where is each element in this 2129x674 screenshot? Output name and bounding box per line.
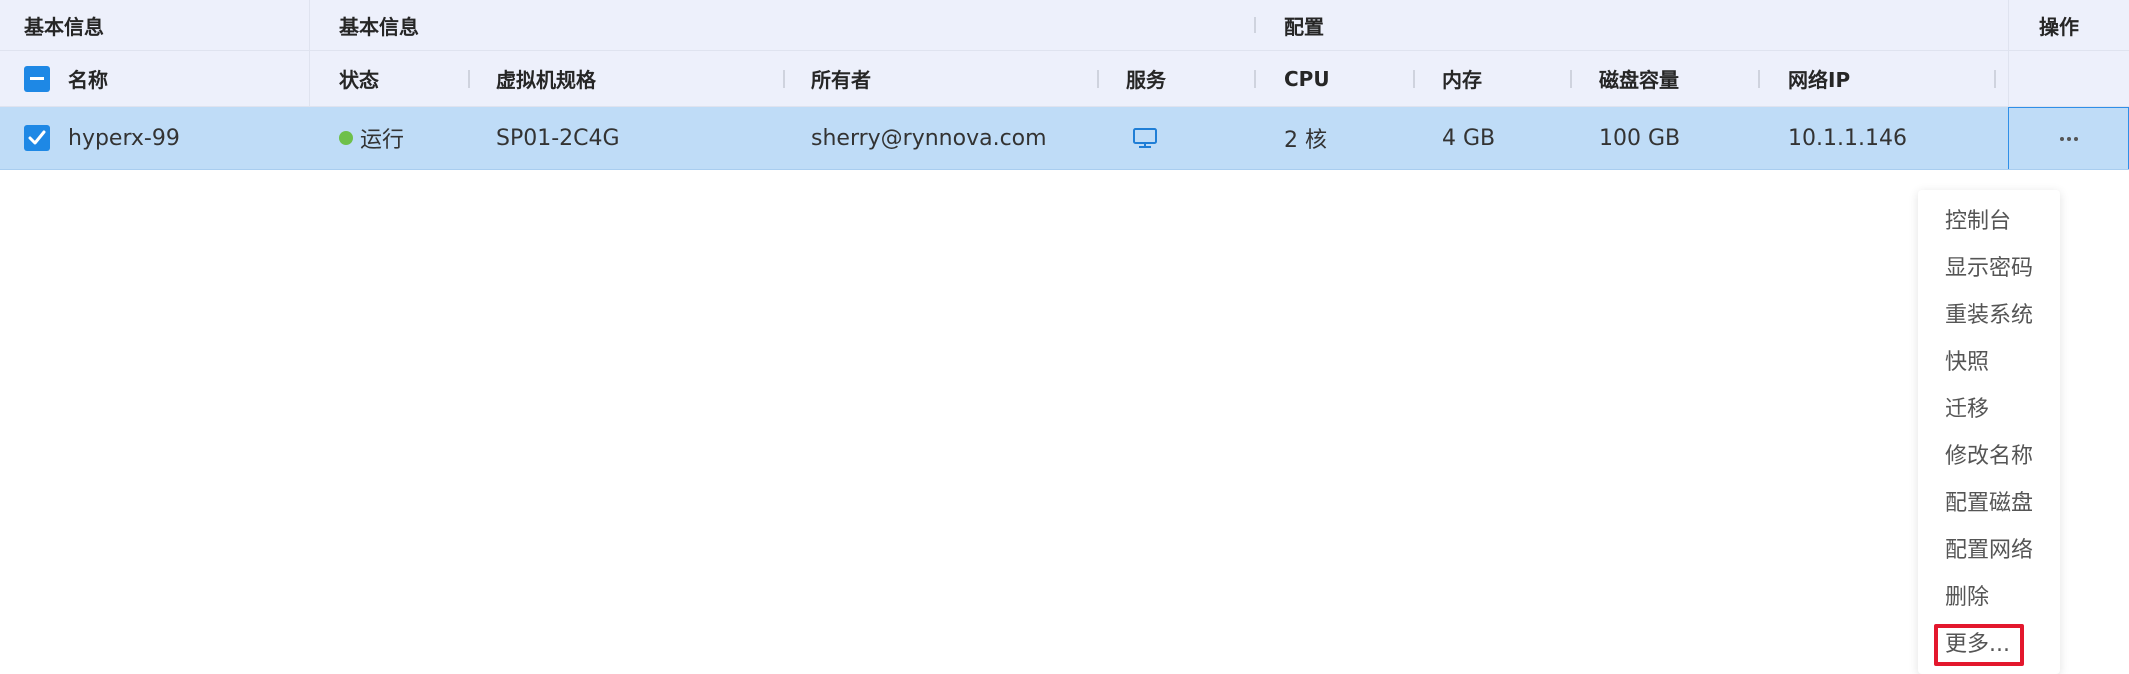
status-label: 运行 xyxy=(360,128,405,153)
column-header-vm-spec[interactable]: 虚拟机规格 xyxy=(496,51,596,106)
row-actions-menu: 控制台 显示密码 重装系统 快照 迁移 修改名称 配置磁盘 配置网络 删除 更多… xyxy=(1918,190,2060,674)
disk-cell: 100 GB xyxy=(1599,125,1681,151)
menu-item-configure-network[interactable]: 配置网络 xyxy=(1918,527,2060,574)
vm-name-link[interactable]: hyperx-99 xyxy=(68,107,180,169)
menu-item-console[interactable]: 控制台 xyxy=(1918,198,2060,245)
group-header-config: 配置 xyxy=(1284,14,1324,39)
menu-item-delete[interactable]: 删除 xyxy=(1918,574,2060,621)
check-icon xyxy=(28,130,46,145)
vm-table: 基本信息 基本信息 配置 操作 名称 状态 虚拟机规格 所有者 服务 CPU 内… xyxy=(0,0,2129,170)
menu-item-reinstall-system[interactable]: 重装系统 xyxy=(1918,292,2060,339)
group-header-actions: 操作 xyxy=(2039,14,2079,39)
row-checkbox[interactable] xyxy=(24,125,50,151)
column-header-network-ip[interactable]: 网络IP xyxy=(1788,51,1850,106)
status-running-icon xyxy=(339,131,353,145)
menu-item-configure-disk[interactable]: 配置磁盘 xyxy=(1918,480,2060,527)
status-cell: 运行 xyxy=(339,107,404,169)
group-header-basic-info-2: 基本信息 xyxy=(339,14,419,39)
column-header-row: 名称 状态 虚拟机规格 所有者 服务 CPU 内存 磁盘容量 网络IP xyxy=(0,51,2129,107)
column-header-status[interactable]: 状态 xyxy=(339,51,379,106)
table-row[interactable]: hyperx-99 运行 SP01-2C4G sherry@rynnova.co… xyxy=(0,107,2129,170)
group-header-basic-info: 基本信息 xyxy=(24,14,104,39)
column-header-memory[interactable]: 内存 xyxy=(1442,51,1482,106)
indeterminate-icon xyxy=(30,76,44,80)
memory-cell: 4 GB xyxy=(1442,125,1496,151)
group-header-row: 基本信息 基本信息 配置 操作 xyxy=(0,0,2129,51)
owner-cell: sherry@rynnova.com xyxy=(811,125,1047,151)
vm-spec-cell: SP01-2C4G xyxy=(496,125,620,151)
column-header-disk[interactable]: 磁盘容量 xyxy=(1599,51,1679,106)
column-header-owner[interactable]: 所有者 xyxy=(811,51,871,106)
menu-item-show-password[interactable]: 显示密码 xyxy=(1918,245,2060,292)
menu-item-migrate[interactable]: 迁移 xyxy=(1918,386,2060,433)
menu-item-snapshot[interactable]: 快照 xyxy=(1918,339,2060,386)
ellipsis-icon xyxy=(2059,136,2078,141)
network-ip-cell: 10.1.1.146 xyxy=(1788,125,1907,151)
menu-item-more[interactable]: 更多... xyxy=(1918,621,2060,668)
select-all-checkbox[interactable] xyxy=(24,65,50,92)
column-header-service[interactable]: 服务 xyxy=(1126,51,1166,106)
column-header-name[interactable]: 名称 xyxy=(68,51,108,106)
cpu-cell: 2 核 xyxy=(1284,128,1327,153)
service-console-button[interactable] xyxy=(1132,107,1158,169)
row-actions-button[interactable] xyxy=(2008,107,2129,169)
column-header-cpu[interactable]: CPU xyxy=(1284,51,1330,106)
monitor-icon xyxy=(1133,128,1157,148)
highlight-box xyxy=(1934,624,2024,666)
menu-item-rename[interactable]: 修改名称 xyxy=(1918,433,2060,480)
